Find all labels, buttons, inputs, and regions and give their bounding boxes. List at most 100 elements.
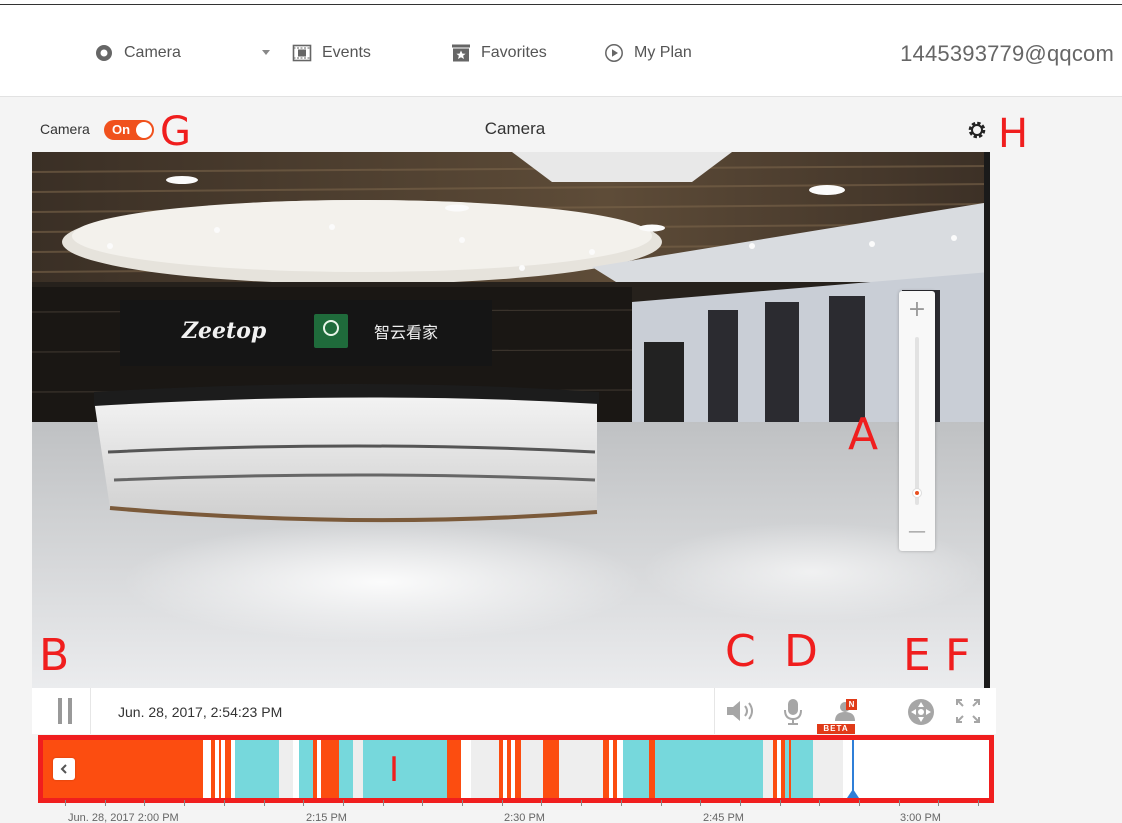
timeline-segment-light[interactable] — [763, 740, 773, 798]
recording-timeline[interactable]: I — [38, 735, 994, 803]
chevron-down-icon[interactable] — [262, 50, 270, 55]
timeline-segment-event[interactable] — [299, 740, 313, 798]
timeline-tick — [422, 800, 424, 806]
timeline-segment-light[interactable] — [279, 740, 293, 798]
beta-badge: BETA — [817, 724, 855, 734]
annotation-c: C — [725, 626, 756, 677]
timeline-tick — [501, 800, 503, 806]
timeline-back-button[interactable] — [53, 758, 75, 780]
events-icon — [292, 44, 312, 62]
nav-item-favorites[interactable]: Favorites — [451, 36, 547, 70]
new-badge: N — [846, 699, 857, 710]
timeline-segment-event[interactable] — [623, 740, 649, 798]
timeline-tick — [184, 800, 186, 806]
speaker-icon[interactable] — [724, 698, 758, 724]
camera-icon — [96, 45, 112, 61]
timeline-segment-event[interactable] — [791, 740, 813, 798]
timeline-tick — [65, 800, 66, 806]
divider — [90, 688, 91, 734]
timeline-segment-gap[interactable] — [843, 740, 989, 798]
camera-app: Camera Events Favorites My Plan 14453937… — [0, 0, 1122, 823]
timeline-segment-recorded[interactable] — [321, 740, 339, 798]
microphone-icon[interactable] — [782, 698, 804, 726]
minus-icon: — — [908, 520, 926, 542]
pause-button[interactable] — [56, 698, 76, 724]
axis-label: 2:30 PM — [504, 812, 545, 823]
timeline-tick — [859, 800, 860, 806]
timeline-tick — [819, 800, 821, 806]
timeline-segment-light[interactable] — [559, 740, 603, 798]
timeline-tick — [144, 800, 146, 806]
chevron-left-icon — [60, 764, 67, 774]
nav-item-my-plan[interactable]: My Plan — [604, 36, 692, 70]
timeline-tick — [303, 800, 305, 806]
nav-item-label: Events — [322, 44, 371, 61]
timeline-segment-light[interactable] — [813, 740, 843, 798]
timeline-tick — [700, 800, 702, 806]
timeline-ticks — [38, 800, 994, 808]
account-email[interactable]: 1445393779@qqcom — [900, 41, 1114, 67]
zoom-slider-track[interactable] — [915, 337, 919, 505]
timeline-segment-light[interactable] — [471, 740, 499, 798]
video-frame: Zeetop 智云看家 — [32, 152, 990, 688]
timeline-tick — [263, 800, 265, 806]
timeline-tick — [898, 800, 900, 806]
timeline-tick — [779, 800, 781, 806]
signage-brand: Zeetop — [181, 318, 267, 344]
axis-label: Jun. 28, 2017 2:00 PM — [68, 812, 179, 823]
timeline-tick — [342, 800, 344, 806]
divider — [714, 688, 715, 734]
live-video-feed[interactable]: Zeetop 智云看家 — [32, 152, 990, 688]
timeline-tick — [739, 800, 741, 806]
zoom-control: + — — [899, 291, 935, 551]
timeline-tick — [382, 800, 384, 806]
nav-item-events[interactable]: Events — [292, 36, 371, 70]
ptz-directional-icon[interactable] — [907, 698, 935, 726]
timeline-tick — [104, 800, 106, 806]
fullscreen-icon[interactable] — [955, 698, 981, 724]
annotation-f: F — [945, 630, 971, 681]
timeline-segment-event[interactable] — [339, 740, 353, 798]
timeline-segment-event[interactable] — [235, 740, 279, 798]
axis-label: 2:45 PM — [703, 812, 744, 823]
playback-timestamp: Jun. 28, 2017, 2:54:23 PM — [118, 704, 283, 720]
timeline-tick — [223, 800, 225, 806]
favorites-icon — [452, 44, 470, 62]
axis-label: 3:00 PM — [900, 812, 941, 823]
nav-item-camera[interactable]: Camera — [94, 36, 181, 70]
gear-icon[interactable] — [966, 119, 988, 141]
timeline-segment-recorded[interactable] — [447, 740, 461, 798]
timeline-tick — [660, 800, 662, 806]
annotation-d: D — [784, 626, 818, 677]
panel-header: Camera On G Camera H — [0, 97, 1122, 157]
window-top-border — [0, 4, 1122, 5]
timeline-tick — [541, 800, 543, 806]
nav-item-label: Favorites — [481, 44, 547, 61]
timeline-segment-gap[interactable] — [461, 740, 471, 798]
plus-icon: + — [907, 296, 927, 322]
annotation-e: E — [903, 630, 931, 681]
timeline-segment-event[interactable] — [363, 740, 447, 798]
nav-item-label: My Plan — [634, 44, 692, 61]
play-icon — [605, 44, 623, 62]
timeline-segment-light[interactable] — [521, 740, 543, 798]
timeline-segment-recorded[interactable] — [543, 740, 559, 798]
annotation-h: H — [998, 111, 1029, 157]
top-nav: Camera Events Favorites My Plan 14453937… — [0, 36, 1122, 72]
timeline-tick — [620, 800, 622, 806]
annotation-b: B — [39, 630, 70, 681]
signage-cn: 智云看家 — [374, 323, 438, 342]
timeline-segment-event[interactable] — [655, 740, 763, 798]
annotation-a: A — [848, 409, 879, 460]
timeline-tick — [978, 800, 980, 806]
timeline-segment-light[interactable] — [353, 740, 363, 798]
zoom-slider-thumb[interactable] — [912, 488, 922, 498]
zoom-out-button[interactable]: — — [899, 513, 935, 549]
page-title: Camera — [484, 119, 546, 138]
timeline-segment-gap[interactable] — [203, 740, 211, 798]
timeline-tick — [938, 800, 940, 806]
zoom-in-button[interactable]: + — [899, 291, 935, 327]
nav-item-label: Camera — [124, 44, 181, 61]
timeline-tick — [581, 800, 583, 806]
annotation-i: I — [389, 750, 400, 790]
